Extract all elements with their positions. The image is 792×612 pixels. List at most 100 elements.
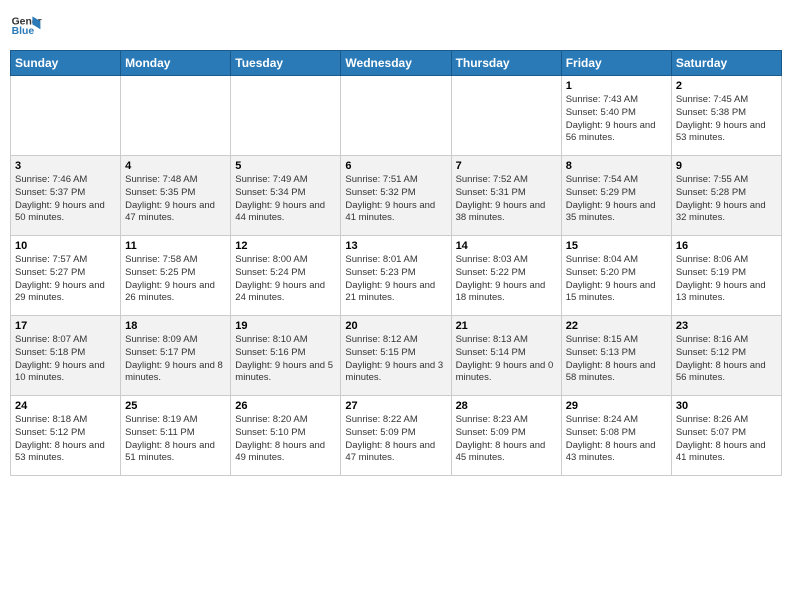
day-number: 18	[125, 320, 226, 332]
day-detail: Sunrise: 7:58 AM Sunset: 5:25 PM Dayligh…	[125, 254, 226, 305]
day-detail: Sunrise: 7:43 AM Sunset: 5:40 PM Dayligh…	[566, 94, 667, 145]
calendar-cell: 6Sunrise: 7:51 AM Sunset: 5:32 PM Daylig…	[341, 156, 451, 236]
day-detail: Sunrise: 8:18 AM Sunset: 5:12 PM Dayligh…	[15, 414, 116, 465]
calendar-cell	[231, 76, 341, 156]
calendar-header-row: SundayMondayTuesdayWednesdayThursdayFrid…	[11, 51, 782, 76]
calendar-cell: 22 Sunrise: 8:15 AM Sunset: 5:13 PM Dayli…	[561, 316, 671, 396]
day-number: 26	[235, 400, 336, 412]
logo: General Blue	[10, 10, 46, 42]
day-detail: Sunrise: 8:07 AM Sunset: 5:18 PM Dayligh…	[15, 334, 116, 385]
calendar-cell: 2 Sunrise: 7:45 AM Sunset: 5:38 PM Daylig…	[671, 76, 781, 156]
day-detail: Sunrise: 8:04 AM Sunset: 5:20 PM Dayligh…	[566, 254, 667, 305]
day-number: 21	[456, 320, 557, 332]
day-number: 16	[676, 240, 777, 252]
calendar-cell: 8Sunrise: 7:54 AM Sunset: 5:29 PM Daylig…	[561, 156, 671, 236]
day-number: 14	[456, 240, 557, 252]
calendar-cell: 24Sunrise: 8:18 AM Sunset: 5:12 PM Dayli…	[11, 396, 121, 476]
day-detail: Sunrise: 7:49 AM Sunset: 5:34 PM Dayligh…	[235, 174, 336, 225]
calendar-week-row: 10 Sunrise: 7:57 AM Sunset: 5:27 PM Dayli…	[11, 236, 782, 316]
day-number: 29	[566, 400, 667, 412]
day-number: 22	[566, 320, 667, 332]
calendar-cell: 9 Sunrise: 7:55 AM Sunset: 5:28 PM Daylig…	[671, 156, 781, 236]
calendar-table: SundayMondayTuesdayWednesdayThursdayFrid…	[10, 50, 782, 476]
calendar-cell	[341, 76, 451, 156]
calendar-cell: 21 Sunrise: 8:13 AM Sunset: 5:14 PM Dayli…	[451, 316, 561, 396]
day-number: 11	[125, 240, 226, 252]
day-detail: Sunrise: 8:00 AM Sunset: 5:24 PM Dayligh…	[235, 254, 336, 305]
calendar-cell: 30Sunrise: 8:26 AM Sunset: 5:07 PM Dayli…	[671, 396, 781, 476]
calendar-week-row: 17 Sunrise: 8:07 AM Sunset: 5:18 PM Dayli…	[11, 316, 782, 396]
day-detail: Sunrise: 8:23 AM Sunset: 5:09 PM Dayligh…	[456, 414, 557, 465]
logo-icon: General Blue	[10, 10, 42, 42]
day-number: 19	[235, 320, 336, 332]
day-detail: Sunrise: 7:48 AM Sunset: 5:35 PM Dayligh…	[125, 174, 226, 225]
day-number: 10	[15, 240, 116, 252]
day-detail: Sunrise: 8:20 AM Sunset: 5:10 PM Dayligh…	[235, 414, 336, 465]
header-wednesday: Wednesday	[341, 51, 451, 76]
day-detail: Sunrise: 8:26 AM Sunset: 5:07 PM Dayligh…	[676, 414, 777, 465]
day-detail: Sunrise: 8:10 AM Sunset: 5:16 PM Dayligh…	[235, 334, 336, 385]
day-number: 27	[345, 400, 446, 412]
day-number: 20	[345, 320, 446, 332]
calendar-cell: 20 Sunrise: 8:12 AM Sunset: 5:15 PM Dayli…	[341, 316, 451, 396]
calendar-cell	[11, 76, 121, 156]
calendar-cell: 16 Sunrise: 8:06 AM Sunset: 5:19 PM Dayli…	[671, 236, 781, 316]
calendar-cell: 7 Sunrise: 7:52 AM Sunset: 5:31 PM Daylig…	[451, 156, 561, 236]
day-detail: Sunrise: 8:15 AM Sunset: 5:13 PM Dayligh…	[566, 334, 667, 385]
day-number: 4	[125, 160, 226, 172]
day-number: 13	[345, 240, 446, 252]
day-number: 23	[676, 320, 777, 332]
day-detail: Sunrise: 8:03 AM Sunset: 5:22 PM Dayligh…	[456, 254, 557, 305]
day-number: 2	[676, 80, 777, 92]
day-detail: Sunrise: 8:12 AM Sunset: 5:15 PM Dayligh…	[345, 334, 446, 385]
calendar-cell: 10 Sunrise: 7:57 AM Sunset: 5:27 PM Dayli…	[11, 236, 121, 316]
day-detail: Sunrise: 8:09 AM Sunset: 5:17 PM Dayligh…	[125, 334, 226, 385]
day-number: 28	[456, 400, 557, 412]
calendar-week-row: 3 Sunrise: 7:46 AM Sunset: 5:37 PM Daylig…	[11, 156, 782, 236]
calendar-cell: 28 Sunrise: 8:23 AM Sunset: 5:09 PM Dayli…	[451, 396, 561, 476]
day-detail: Sunrise: 8:19 AM Sunset: 5:11 PM Dayligh…	[125, 414, 226, 465]
calendar-cell: 27 Sunrise: 8:22 AM Sunset: 5:09 PM Dayli…	[341, 396, 451, 476]
day-detail: Sunrise: 8:13 AM Sunset: 5:14 PM Dayligh…	[456, 334, 557, 385]
day-number: 7	[456, 160, 557, 172]
header-friday: Friday	[561, 51, 671, 76]
day-detail: Sunrise: 8:22 AM Sunset: 5:09 PM Dayligh…	[345, 414, 446, 465]
calendar-cell: 17 Sunrise: 8:07 AM Sunset: 5:18 PM Dayli…	[11, 316, 121, 396]
day-detail: Sunrise: 7:52 AM Sunset: 5:31 PM Dayligh…	[456, 174, 557, 225]
calendar-cell: 13 Sunrise: 8:01 AM Sunset: 5:23 PM Dayli…	[341, 236, 451, 316]
day-detail: Sunrise: 7:57 AM Sunset: 5:27 PM Dayligh…	[15, 254, 116, 305]
calendar-week-row: 24Sunrise: 8:18 AM Sunset: 5:12 PM Dayli…	[11, 396, 782, 476]
page-header: General Blue	[10, 10, 782, 42]
calendar-cell: 5 Sunrise: 7:49 AM Sunset: 5:34 PM Daylig…	[231, 156, 341, 236]
calendar-week-row: 1 Sunrise: 7:43 AM Sunset: 5:40 PM Daylig…	[11, 76, 782, 156]
day-number: 3	[15, 160, 116, 172]
day-number: 8	[566, 160, 667, 172]
calendar-cell: 3 Sunrise: 7:46 AM Sunset: 5:37 PM Daylig…	[11, 156, 121, 236]
calendar-cell: 11 Sunrise: 7:58 AM Sunset: 5:25 PM Dayli…	[121, 236, 231, 316]
day-number: 9	[676, 160, 777, 172]
day-number: 17	[15, 320, 116, 332]
svg-text:Blue: Blue	[12, 26, 35, 37]
calendar-cell: 25 Sunrise: 8:19 AM Sunset: 5:11 PM Dayli…	[121, 396, 231, 476]
day-detail: Sunrise: 8:06 AM Sunset: 5:19 PM Dayligh…	[676, 254, 777, 305]
day-number: 1	[566, 80, 667, 92]
calendar-cell: 26 Sunrise: 8:20 AM Sunset: 5:10 PM Dayli…	[231, 396, 341, 476]
calendar-cell: 15Sunrise: 8:04 AM Sunset: 5:20 PM Dayli…	[561, 236, 671, 316]
calendar-cell: 4 Sunrise: 7:48 AM Sunset: 5:35 PM Daylig…	[121, 156, 231, 236]
day-detail: Sunrise: 7:51 AM Sunset: 5:32 PM Dayligh…	[345, 174, 446, 225]
header-tuesday: Tuesday	[231, 51, 341, 76]
day-detail: Sunrise: 7:46 AM Sunset: 5:37 PM Dayligh…	[15, 174, 116, 225]
day-number: 5	[235, 160, 336, 172]
header-saturday: Saturday	[671, 51, 781, 76]
calendar-cell: 1 Sunrise: 7:43 AM Sunset: 5:40 PM Daylig…	[561, 76, 671, 156]
header-sunday: Sunday	[11, 51, 121, 76]
day-number: 25	[125, 400, 226, 412]
calendar-cell: 29Sunrise: 8:24 AM Sunset: 5:08 PM Dayli…	[561, 396, 671, 476]
day-detail: Sunrise: 7:55 AM Sunset: 5:28 PM Dayligh…	[676, 174, 777, 225]
calendar-cell: 14 Sunrise: 8:03 AM Sunset: 5:22 PM Dayli…	[451, 236, 561, 316]
day-detail: Sunrise: 8:01 AM Sunset: 5:23 PM Dayligh…	[345, 254, 446, 305]
header-monday: Monday	[121, 51, 231, 76]
day-detail: Sunrise: 8:16 AM Sunset: 5:12 PM Dayligh…	[676, 334, 777, 385]
day-detail: Sunrise: 7:45 AM Sunset: 5:38 PM Dayligh…	[676, 94, 777, 145]
calendar-cell: 18 Sunrise: 8:09 AM Sunset: 5:17 PM Dayli…	[121, 316, 231, 396]
